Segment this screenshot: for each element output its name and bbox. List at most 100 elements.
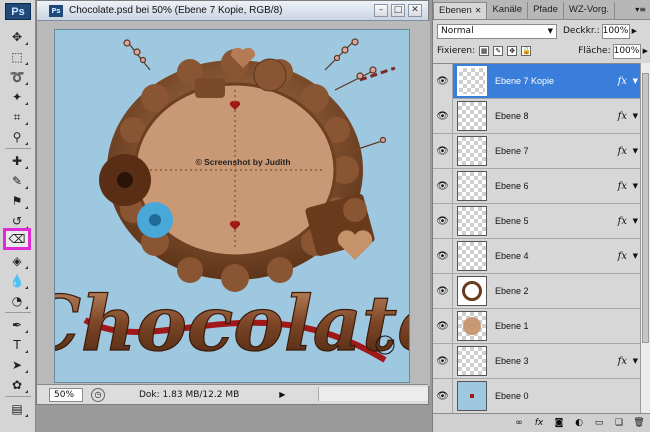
layer-row[interactable]: 👁 Ebene 7 Kopie fx ▼ — [433, 63, 641, 99]
pen-tool-icon[interactable]: ✒ — [6, 316, 28, 334]
move-tool-icon[interactable]: ✥ — [6, 28, 28, 46]
lock-all-icon[interactable]: 🔒 — [521, 46, 532, 56]
clone-stamp-tool-icon[interactable]: ⚑ — [6, 192, 28, 210]
layer-row[interactable]: 👁 Ebene 2 — [433, 273, 641, 309]
tab-ebenen[interactable]: Ebenen ✕ — [433, 2, 488, 19]
layer-row[interactable]: 👁 Ebene 4 fx ▼ — [433, 238, 641, 274]
chocolate-artwork: © Screenshot by Judith Chocolate — [55, 38, 410, 369]
minimize-icon[interactable]: – — [374, 4, 388, 17]
type-tool-icon[interactable]: T — [6, 336, 28, 354]
layer-name[interactable]: Ebene 7 Kopie — [495, 76, 554, 86]
layer-row[interactable]: 👁 Ebene 5 fx ▼ — [433, 203, 641, 239]
close-icon[interactable]: ✕ — [408, 4, 422, 17]
blur-tool-icon[interactable]: 💧 — [6, 272, 28, 290]
layer-style-icon[interactable]: fx — [533, 418, 545, 428]
link-layers-icon[interactable]: ∞ — [513, 418, 525, 428]
scrollbar-handle[interactable] — [642, 73, 649, 343]
new-group-icon[interactable]: ▭ — [593, 418, 605, 428]
tab-kanaele[interactable]: Kanäle — [487, 2, 529, 19]
notes-tool-icon[interactable]: ▤ — [6, 400, 28, 418]
fill-input[interactable]: 100% — [612, 43, 641, 59]
brush-tool-icon[interactable]: ✎ — [6, 172, 28, 190]
zoom-field[interactable]: 50% — [49, 387, 83, 402]
layer-effects-icon[interactable]: fx — [618, 146, 627, 157]
lock-position-icon[interactable]: ✥ — [507, 46, 518, 56]
lock-pixels-icon[interactable]: ✎ — [493, 46, 504, 56]
crop-tool-icon[interactable]: ⌗ — [6, 108, 28, 126]
lock-transparency-icon[interactable]: ▦ — [479, 46, 490, 56]
layer-row[interactable]: 👁 Ebene 1 — [433, 308, 641, 344]
visibility-eye-icon[interactable]: 👁 — [433, 168, 453, 204]
layer-thumbnail — [457, 276, 487, 306]
visibility-eye-icon[interactable]: 👁 — [433, 308, 453, 344]
layer-effects-icon[interactable]: fx — [618, 216, 627, 227]
paint-bucket-tool-icon[interactable]: ◈ — [6, 252, 28, 270]
layer-mask-icon[interactable]: ◙ — [553, 418, 565, 428]
lasso-tool-icon[interactable]: ➰ — [6, 68, 28, 86]
tab-close-icon[interactable]: ✕ — [475, 6, 482, 15]
new-layer-icon[interactable]: ❏ — [613, 418, 625, 428]
layer-name[interactable]: Ebene 0 — [495, 391, 529, 401]
adjustment-layer-icon[interactable]: ◐ — [573, 418, 585, 428]
layer-name[interactable]: Ebene 7 — [495, 146, 529, 156]
path-selection-tool-icon[interactable]: ➤ — [6, 356, 28, 374]
layer-effects-icon[interactable]: fx — [618, 356, 627, 367]
layer-effects-icon[interactable]: fx — [618, 111, 627, 122]
layer-name[interactable]: Ebene 6 — [495, 181, 529, 191]
layer-name[interactable]: Ebene 2 — [495, 286, 529, 296]
delete-layer-icon[interactable]: 🗑 — [633, 418, 645, 428]
visibility-eye-icon[interactable]: 👁 — [433, 238, 453, 274]
navigator-icon[interactable]: ◷ — [91, 387, 105, 402]
visibility-eye-icon[interactable]: 👁 — [433, 98, 453, 134]
opacity-input[interactable]: 100% — [601, 23, 630, 39]
layer-name[interactable]: Ebene 3 — [495, 356, 529, 366]
layer-name[interactable]: Ebene 4 — [495, 251, 529, 261]
tab-pfade[interactable]: Pfade — [528, 2, 564, 19]
panel-menu-icon[interactable]: ▾≡ — [635, 5, 646, 14]
healing-brush-tool-icon[interactable]: ✚ — [6, 152, 28, 170]
layer-name[interactable]: Ebene 1 — [495, 321, 529, 331]
shape-tool-icon[interactable]: ✿ — [6, 376, 28, 394]
layer-row[interactable]: 👁 Ebene 6 fx ▼ — [433, 168, 641, 204]
eraser-tool-icon[interactable]: ⌫ — [3, 228, 31, 250]
layer-effects-icon[interactable]: fx — [618, 181, 627, 192]
expand-effects-icon[interactable]: ▼ — [633, 357, 638, 365]
visibility-eye-icon[interactable]: 👁 — [433, 273, 453, 309]
layer-row[interactable]: 👁 Ebene 8 fx ▼ — [433, 98, 641, 134]
maximize-icon[interactable]: □ — [391, 4, 405, 17]
layer-effects-icon[interactable]: fx — [618, 76, 627, 87]
layer-name[interactable]: Ebene 5 — [495, 216, 529, 226]
visibility-eye-icon[interactable]: 👁 — [433, 343, 453, 379]
toolbox: Ps ✥ ⬚ ➰ ✦ ⌗ ⚲ ✚ ✎ ⚑ ↺ ⌫ ◈ 💧 ◔ ✒ T ➤ ✿ ▤ — [0, 0, 36, 432]
expand-effects-icon[interactable]: ▼ — [633, 217, 638, 225]
layers-scrollbar[interactable] — [640, 63, 650, 413]
visibility-eye-icon[interactable]: 👁 — [433, 203, 453, 239]
layer-row[interactable]: 👁 Ebene 0 — [433, 378, 641, 414]
fill-arrow-icon[interactable]: ▶ — [643, 47, 648, 55]
expand-effects-icon[interactable]: ▼ — [633, 112, 638, 120]
canvas-area[interactable]: © Screenshot by Judith Chocolate — [37, 21, 430, 386]
layer-row[interactable]: 👁 Ebene 3 fx ▼ — [433, 343, 641, 379]
blend-mode-select[interactable]: Normal ▼ — [437, 23, 557, 39]
visibility-eye-icon[interactable]: 👁 — [433, 378, 453, 414]
horizontal-scrollbar[interactable] — [318, 387, 428, 401]
eyedropper-tool-icon[interactable]: ⚲ — [6, 128, 28, 146]
tab-wz-vorg[interactable]: WZ-Vorg. — [564, 2, 616, 19]
dodge-tool-icon[interactable]: ◔ — [6, 292, 28, 310]
canvas-chocolate-text: Chocolate — [55, 279, 410, 368]
layer-row[interactable]: 👁 Ebene 7 fx ▼ — [433, 133, 641, 169]
expand-effects-icon[interactable]: ▼ — [633, 182, 638, 190]
expand-effects-icon[interactable]: ▼ — [633, 147, 638, 155]
visibility-eye-icon[interactable]: 👁 — [433, 63, 453, 99]
lock-fill-row: Fixieren: ▦ ✎ ✥ 🔒 Fläche: 100% ▶ — [437, 43, 648, 59]
magic-wand-tool-icon[interactable]: ✦ — [6, 88, 28, 106]
image-canvas[interactable]: © Screenshot by Judith Chocolate — [54, 29, 410, 383]
opacity-arrow-icon[interactable]: ▶ — [632, 27, 637, 35]
layer-name[interactable]: Ebene 8 — [495, 111, 529, 121]
marquee-tool-icon[interactable]: ⬚ — [6, 48, 28, 66]
status-menu-arrow-icon[interactable]: ▶ — [279, 390, 285, 399]
expand-effects-icon[interactable]: ▼ — [633, 77, 638, 85]
layer-effects-icon[interactable]: fx — [618, 251, 627, 262]
expand-effects-icon[interactable]: ▼ — [633, 252, 638, 260]
visibility-eye-icon[interactable]: 👁 — [433, 133, 453, 169]
